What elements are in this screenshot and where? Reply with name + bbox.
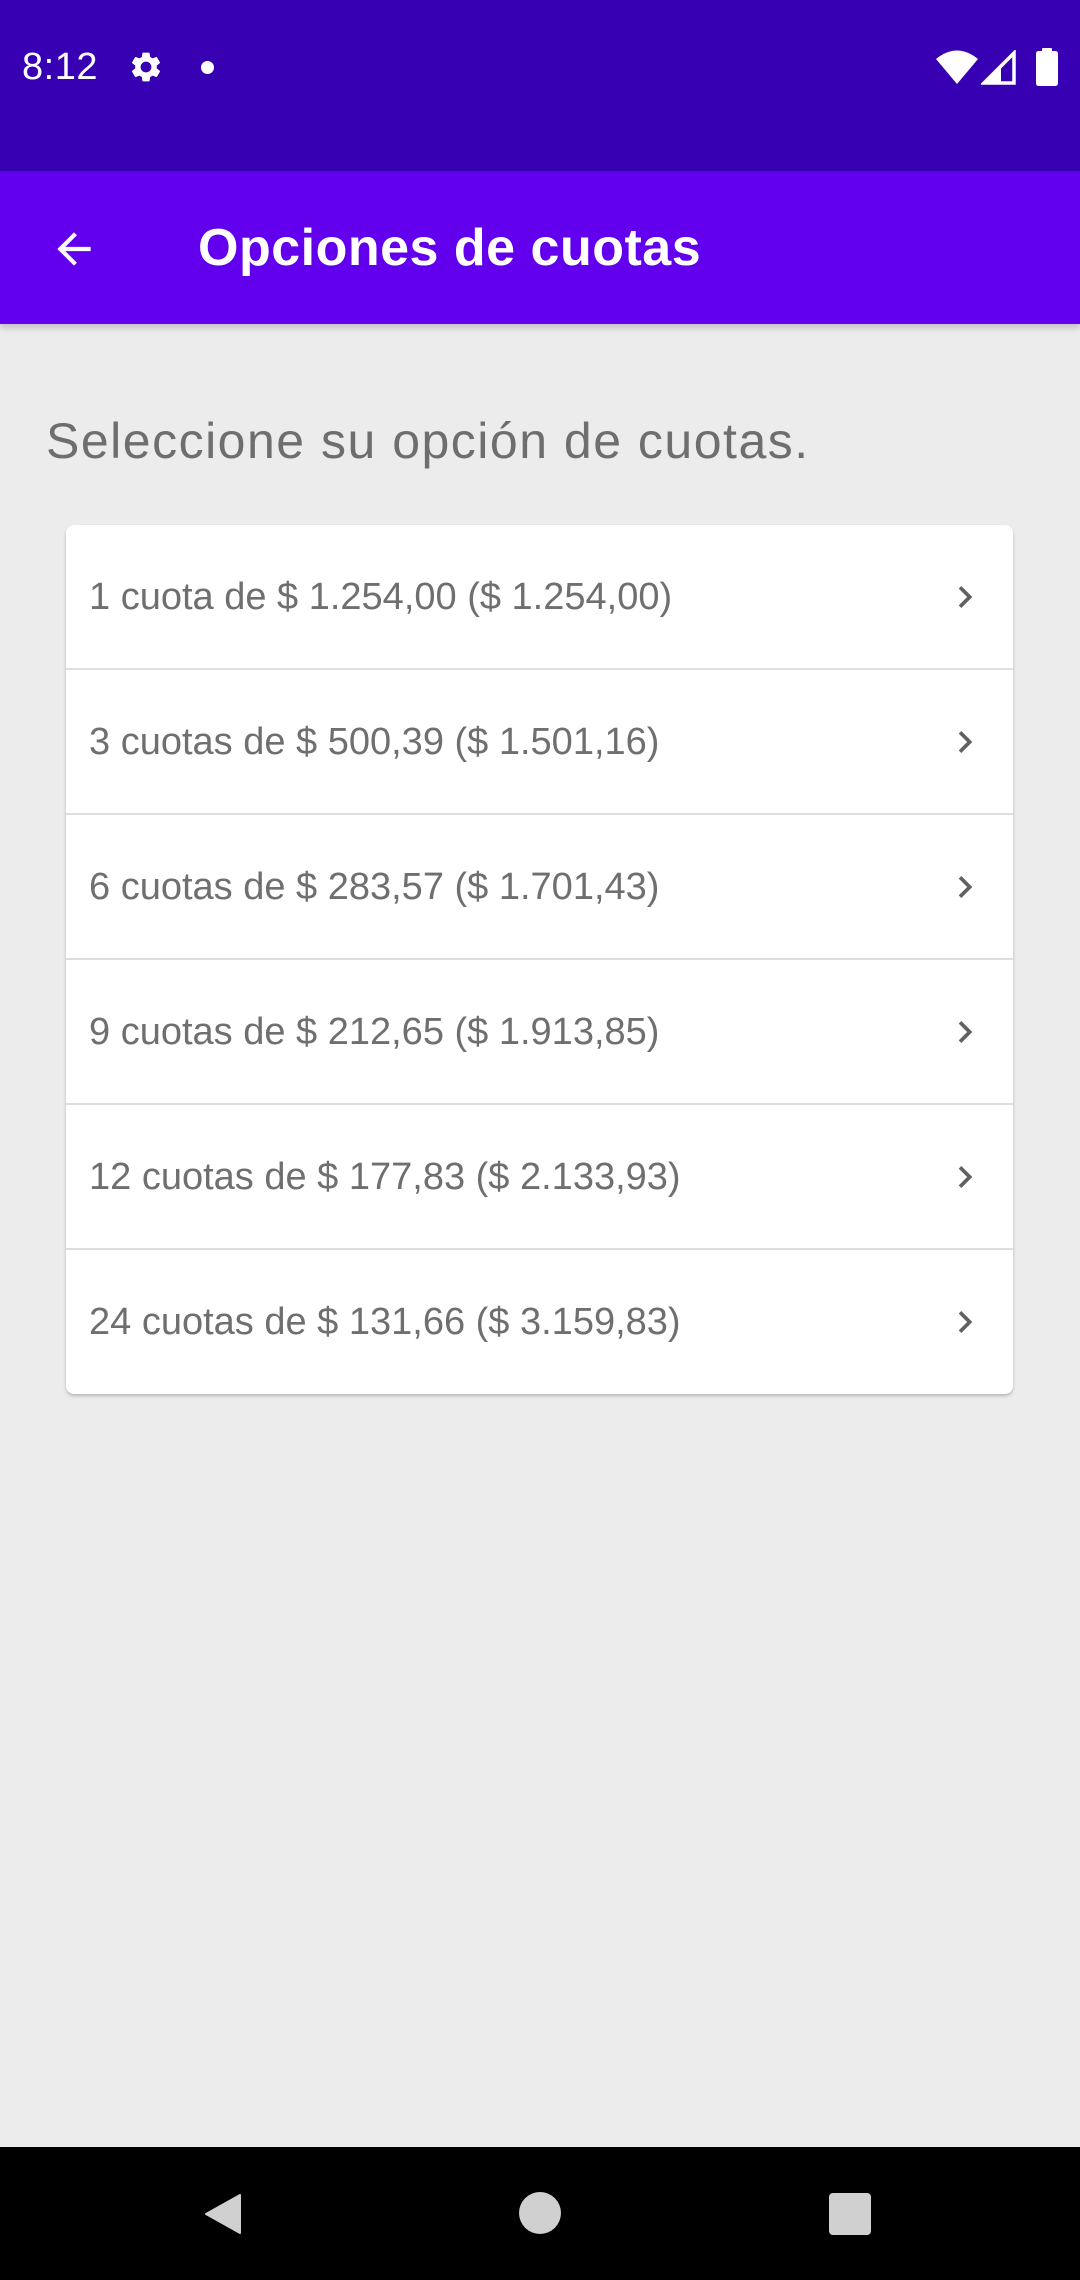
nav-back-icon[interactable]: [200, 2191, 246, 2237]
installment-option-3[interactable]: 3 cuotas de $ 500,39 ($ 1.501,16): [66, 670, 1013, 815]
chevron-right-icon: [958, 1311, 973, 1333]
notification-dot-icon: [201, 61, 214, 74]
chevron-right-icon: [958, 1165, 973, 1188]
app-bar: Opciones de cuotas: [0, 171, 1080, 324]
installment-option-6[interactable]: 6 cuotas de $ 283,57 ($ 1.701,43): [66, 815, 1013, 960]
gear-icon: [131, 52, 161, 82]
nav-home-icon[interactable]: [519, 2192, 561, 2234]
installment-option-12[interactable]: 12 cuotas de $ 177,83 ($ 2.133,93): [66, 1105, 1013, 1250]
page-title: Opciones de cuotas: [198, 219, 702, 277]
installment-option-1[interactable]: 1 cuota de $ 1.254,00 ($ 1.254,00): [66, 525, 1013, 670]
chevron-right-icon: [958, 1020, 973, 1043]
chevron-right-icon: [958, 730, 973, 753]
signal-icon: [981, 50, 1016, 85]
wifi-icon: [936, 50, 978, 84]
status-bar: 8:12: [0, 0, 1080, 171]
chevron-right-icon: [958, 875, 973, 898]
back-button[interactable]: [36, 211, 112, 287]
installment-option-24[interactable]: 24 cuotas de $ 131,66 ($ 3.159,83): [66, 1250, 1013, 1394]
option-label: 6 cuotas de $ 283,57 ($ 1.701,43): [89, 865, 660, 908]
status-time: 8:12: [22, 46, 98, 88]
nav-recents-icon[interactable]: [829, 2193, 871, 2235]
battery-icon: [1036, 48, 1058, 86]
installment-option-9[interactable]: 9 cuotas de $ 212,65 ($ 1.913,85): [66, 960, 1013, 1105]
option-label: 3 cuotas de $ 500,39 ($ 1.501,16): [89, 720, 660, 763]
chevron-right-icon: [958, 585, 973, 608]
option-label: 24 cuotas de $ 131,66 ($ 3.159,83): [89, 1301, 681, 1343]
option-label: 12 cuotas de $ 177,83 ($ 2.133,93): [89, 1155, 681, 1198]
option-label: 9 cuotas de $ 212,65 ($ 1.913,85): [89, 1010, 660, 1053]
selection-prompt: Seleccione su opción de cuotas.: [46, 413, 810, 469]
navigation-bar: [0, 2147, 1080, 2280]
option-label: 1 cuota de $ 1.254,00 ($ 1.254,00): [89, 575, 673, 618]
arrow-back-icon: [57, 232, 91, 266]
installment-options-list: 1 cuota de $ 1.254,00 ($ 1.254,00) 3 cuo…: [66, 525, 1013, 1394]
